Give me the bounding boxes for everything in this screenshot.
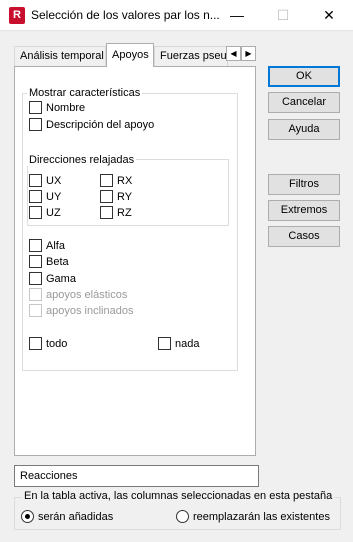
cases-button[interactable]: Casos [268,226,340,247]
checkbox-box[interactable] [100,206,113,219]
radio-label: serán añadidas [38,510,114,523]
checkbox-beta[interactable]: Beta [29,255,69,268]
checkbox-box[interactable] [29,190,42,203]
radio-label: reemplazarán las existentes [193,510,330,523]
checkbox-box[interactable] [29,337,42,350]
tab-scroll-left-icon[interactable]: ◀ [226,46,241,61]
checkbox-nombre[interactable]: Nombre [29,101,85,114]
checkbox-label: UY [46,190,62,203]
checkbox-box[interactable] [29,118,42,131]
robot-app-icon: R [9,7,25,24]
checkbox-label: todo [46,337,68,350]
radio-replace-columns[interactable]: reemplazarán las existentes [176,510,330,523]
cancel-button[interactable]: Cancelar [268,92,340,113]
checkbox-box[interactable] [100,190,113,203]
checkbox-descripcion-apoyo[interactable]: Descripción del apoyo [29,118,154,131]
checkbox-box[interactable] [29,101,42,114]
ok-button[interactable]: OK [268,66,340,87]
tab-analisis-temporal[interactable]: Análisis temporal [14,46,106,66]
checkbox-label: UZ [46,206,61,219]
checkbox-box[interactable] [29,255,42,268]
checkbox-ux[interactable]: UX [29,174,61,187]
table-name-input[interactable] [14,465,259,487]
radio-add-columns[interactable]: serán añadidas [21,510,113,523]
checkbox-label: apoyos inclinados [46,304,134,317]
checkbox-label: RX [117,174,133,187]
checkbox-label: RZ [117,206,132,219]
checkbox-label: RY [117,190,133,203]
help-button[interactable]: Ayuda [268,119,340,140]
checkbox-gama[interactable]: Gama [29,272,76,285]
checkbox-nada[interactable]: nada [158,337,199,350]
show-characteristics-group [22,93,238,371]
checkbox-box[interactable] [100,174,113,187]
checkbox-label: Gama [46,272,76,285]
checkbox-uy[interactable]: UY [29,190,61,203]
checkbox-ry[interactable]: RY [100,190,132,203]
radio-selected-icon[interactable] [21,510,34,523]
checkbox-label: Beta [46,255,69,268]
checkbox-label: UX [46,174,62,187]
checkbox-label: nada [175,337,200,350]
extremes-button[interactable]: Extremos [268,200,340,221]
show-characteristics-label: Mostrar características [27,87,143,99]
checkbox-label: Nombre [46,101,86,114]
checkbox-label: apoyos elásticos [46,288,128,301]
column-mode-label: En la tabla activa, las columnas selecci… [22,490,335,502]
radio-unselected-icon[interactable] [176,510,189,523]
minimize-button[interactable]: — [214,0,260,31]
window-title: Selección de los valores par los n... [31,8,220,22]
tab-apoyos[interactable]: Apoyos [106,43,154,67]
checkbox-rx[interactable]: RX [100,174,132,187]
checkbox-box [29,288,42,301]
checkbox-apoyos-elasticos: apoyos elásticos [29,288,127,301]
filters-button[interactable]: Filtros [268,174,340,195]
maximize-button[interactable]: ☐ [260,0,306,31]
checkbox-box[interactable] [29,174,42,187]
close-button[interactable]: ✕ [306,0,352,31]
checkbox-apoyos-inclinados: apoyos inclinados [29,304,133,317]
tab-fuerzas-pseudo[interactable]: Fuerzas pseu [154,46,228,66]
checkbox-todo[interactable]: todo [29,337,67,350]
checkbox-box[interactable] [29,272,42,285]
checkbox-box[interactable] [158,337,171,350]
checkbox-box[interactable] [29,239,42,252]
checkbox-alfa[interactable]: Alfa [29,239,65,252]
checkbox-box [29,304,42,317]
relaxed-directions-label: Direcciones relajadas [27,154,137,166]
checkbox-label: Alfa [46,239,65,252]
checkbox-label: Descripción del apoyo [46,118,155,131]
checkbox-rz[interactable]: RZ [100,206,132,219]
checkbox-uz[interactable]: UZ [29,206,61,219]
checkbox-box[interactable] [29,206,42,219]
tab-scroll-right-icon[interactable]: ▶ [241,46,256,61]
